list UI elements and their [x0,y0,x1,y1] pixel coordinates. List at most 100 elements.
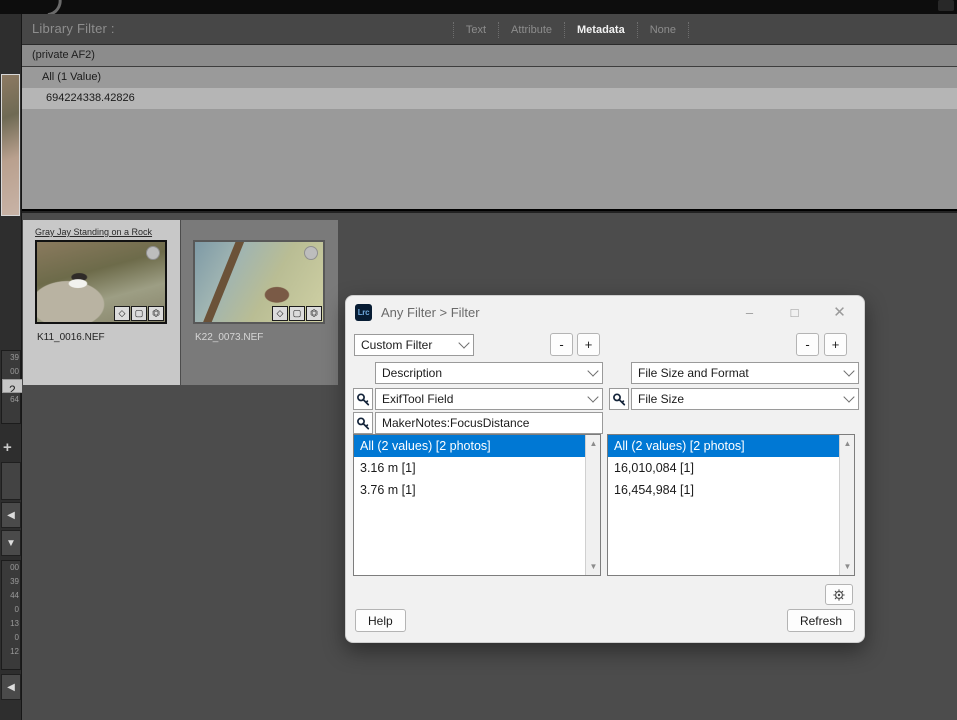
exiftool-field-input[interactable]: MakerNotes:FocusDistance [375,412,603,434]
scroll-down-icon[interactable]: ▼ [840,559,855,574]
metadata-row-all[interactable]: All (1 Value) [22,67,957,88]
any-filter-dialog: Lrc Any Filter > Filter – □ ✕ Custom Fil… [345,295,865,643]
chevron-down-icon [458,337,470,349]
scroll-up-icon[interactable]: ▲ [586,436,601,451]
metadata-column-title: (private AF2) [32,49,95,61]
field-select-right-value: File Size [638,392,685,406]
photo-title: Gray Jay Standing on a Rock [35,227,153,237]
develop-badge-icon[interactable]: ⏣ [306,306,322,321]
preset-select-value: Custom Filter [361,338,433,352]
app-titlebar [0,0,957,23]
scroll-down-icon[interactable]: ▼ [586,559,601,574]
key-icon[interactable] [353,388,373,410]
rail-collapse-left-icon[interactable]: ◀ [1,502,21,528]
list-item[interactable]: 16,010,084 [1] [608,457,854,479]
category-select-left[interactable]: Description [375,362,603,384]
dialog-preset-row: Custom Filter - + - + [346,332,864,358]
chevron-down-icon [843,365,855,377]
left-rail: 39 00 2 64 + ◀ ▼ 00 39 44 0 13 0 12 ◀ [0,14,28,720]
scrollbar-right[interactable]: ▲ ▼ [839,435,854,575]
chevron-down-icon [587,365,599,377]
scroll-up-icon[interactable]: ▲ [840,436,855,451]
rail-collapse-down-icon[interactable]: ▼ [1,530,21,556]
category-select-right[interactable]: File Size and Format [631,362,859,384]
list-item[interactable]: 16,454,984 [1] [608,479,854,501]
rail-number-list-top[interactable]: 39 00 2 64 [1,350,28,424]
keyword-badge-icon[interactable]: ◇ [114,306,130,321]
scrollbar-left[interactable]: ▲ ▼ [585,435,600,575]
close-icon[interactable]: ✕ [817,296,862,328]
chevron-down-icon [843,391,855,403]
crop-badge-icon[interactable]: ▢ [289,306,305,321]
key-icon[interactable] [353,412,373,434]
rail-number[interactable]: 13 [2,617,19,631]
library-filter-tabs: Text Attribute Metadata None [452,14,689,45]
chevron-down-icon [587,391,599,403]
rail-number[interactable]: 39 [2,351,19,365]
refresh-button[interactable]: Refresh [786,609,855,632]
rail-add-icon[interactable]: + [3,440,12,455]
rail-number[interactable]: 00 [2,365,19,379]
help-button[interactable]: Help [355,609,406,632]
list-item[interactable]: 3.16 m [1] [354,457,600,479]
rail-thumbnail-preview [1,74,20,216]
rail-number[interactable]: 0 [2,603,19,617]
list-item[interactable]: All (2 values) [2 photos] [354,435,600,457]
photo-thumbnail[interactable]: ◇ ▢ ⏣ [35,240,167,324]
metadata-column-header[interactable]: (private AF2) [22,45,957,67]
list-item[interactable]: 3.76 m [1] [354,479,600,501]
rail-number[interactable]: 0 [2,631,19,645]
value-list-right[interactable]: All (2 values) [2 photos] 16,010,084 [1]… [607,434,855,576]
rail-number-list-bottom[interactable]: 00 39 44 0 13 0 12 [1,560,21,670]
key-icon[interactable] [609,388,629,410]
maximize-icon[interactable]: □ [772,296,817,328]
flag-circle-icon[interactable] [304,246,318,260]
library-filter-bar: Library Filter : Text Attribute Metadata… [22,14,957,45]
remove-criterion-right-button[interactable]: - [796,333,819,356]
category-select-left-value: Description [382,366,443,380]
metadata-empty-area [22,109,957,209]
dialog-title: Any Filter > Filter [381,304,480,320]
keyword-badge-icon[interactable]: ◇ [272,306,288,321]
field-select-left[interactable]: ExifTool Field [375,388,603,410]
field-select-left-value: ExifTool Field [382,392,454,406]
flag-circle-icon[interactable] [146,246,160,260]
grid-cell[interactable]: ◇ ▢ ⏣ K22_0073.NEF [181,220,338,385]
photo-filename: K11_0016.NEF [37,332,105,343]
field-select-right[interactable]: File Size [631,388,859,410]
rail-collapse-left-icon-2[interactable]: ◀ [1,674,21,700]
tab-attribute[interactable]: Attribute [498,21,566,38]
rail-box [1,462,21,500]
gear-icon [833,588,845,601]
add-criterion-left-button[interactable]: + [577,333,600,356]
metadata-row-value[interactable]: 694224338.42826 [22,88,957,109]
develop-badge-icon[interactable]: ⏣ [148,306,164,321]
metadata-value-list: All (1 Value) 694224338.42826 [22,67,957,209]
remove-criterion-left-button[interactable]: - [550,333,573,356]
tab-metadata[interactable]: Metadata [564,21,638,38]
add-criterion-right-button[interactable]: + [824,333,847,356]
crop-badge-icon[interactable]: ▢ [131,306,147,321]
value-list-left[interactable]: All (2 values) [2 photos] 3.16 m [1] 3.7… [353,434,601,576]
library-filter-label: Library Filter : [32,21,115,36]
category-select-right-value: File Size and Format [638,366,749,380]
rail-number[interactable]: 64 [2,393,19,407]
photo-thumbnail[interactable]: ◇ ▢ ⏣ [193,240,325,324]
minimize-icon[interactable]: – [727,296,772,328]
grid-cell-selected[interactable]: Gray Jay Standing on a Rock ◇ ▢ ⏣ K11_00… [23,220,180,385]
tab-none[interactable]: None [636,21,689,38]
rail-number[interactable]: 00 [2,561,19,575]
screen: 39 00 2 64 + ◀ ▼ 00 39 44 0 13 0 12 ◀ Li… [0,0,957,720]
lightroom-classic-app-icon: Lrc [355,303,372,321]
photo-filename: K22_0073.NEF [195,332,264,343]
preset-select[interactable]: Custom Filter [354,334,474,356]
tab-text[interactable]: Text [452,21,500,38]
photo-badges: ◇ ▢ ⏣ [272,306,322,321]
settings-button[interactable] [825,584,853,605]
rail-number[interactable]: 12 [2,645,19,659]
rail-number[interactable]: 44 [2,589,19,603]
titlebar-corner-glyph [938,0,954,11]
photo-badges: ◇ ▢ ⏣ [114,306,164,321]
rail-number[interactable]: 39 [2,575,19,589]
list-item[interactable]: All (2 values) [2 photos] [608,435,854,457]
